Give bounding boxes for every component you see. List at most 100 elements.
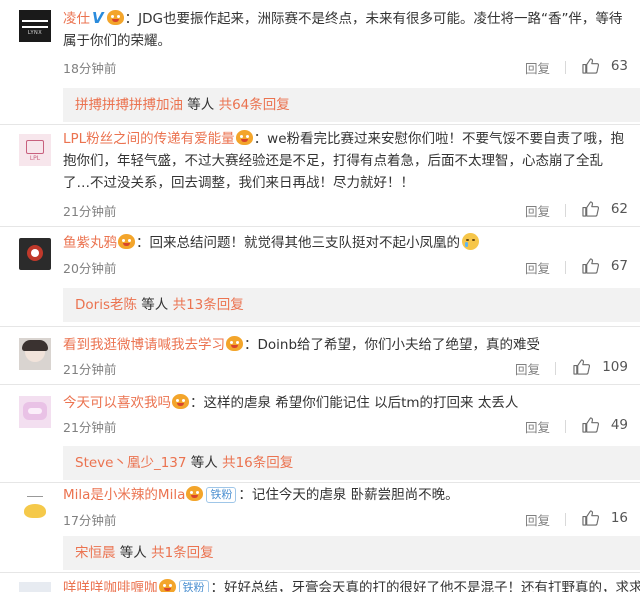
comment-item: 看到我逛微博请喊我去学习 ：Doinb给了希望，你们小夫给了绝望，真的难受 21分…	[0, 326, 640, 384]
username-link[interactable]: 今天可以喜欢我吗	[63, 395, 171, 411]
comment-meta: 21分钟前 回复 49	[63, 417, 628, 437]
comment-item: 鱼紫丸鸦 ：回来总结问题！就觉得其他三支队挺对不起小凤凰的 20分钟前 回复 67	[0, 226, 640, 288]
meta-divider	[555, 362, 556, 375]
comment-text-block: LPL粉丝之间的传递有爱能量 ：we粉看完比赛过来安慰你们啦！不要气馁不要自责了哦…	[63, 128, 628, 194]
subreply-summary[interactable]: 拼搏拼搏拼搏加油 等人 共64条回复	[63, 88, 640, 122]
meta-divider	[565, 204, 566, 217]
comment-item: LYNX 凌仕 V ：JDG也要振作起来，洲际赛不是终点，未来有很多可能。凌仕将一路…	[0, 0, 640, 84]
comment-item: 咩咩咩咖啡喱咖 铁粉 ：好好总结，牙膏会天真的打的很好了他不是混子！还有打野真的，求…	[0, 572, 640, 592]
thumbs-up-icon	[582, 201, 599, 217]
subreply-count-link[interactable]: 共64条回复	[219, 97, 290, 113]
subreply-names[interactable]: Doris老陈	[75, 297, 137, 313]
avatar[interactable]	[19, 338, 51, 370]
comment-time: 21分钟前	[63, 204, 117, 219]
vip-crown-face-icon	[186, 486, 204, 501]
reply-button[interactable]: 回复	[525, 258, 550, 277]
comment-text: ：这样的虐泉 希望你们能记住 以后tm的打回来 太丢人	[190, 395, 519, 411]
subreply-count-link[interactable]: 共1条回复	[151, 545, 214, 561]
comment-text-block: Mila是小米辣的Mila 铁粉 ：记住今天的虐泉 卧薪尝胆尚不晚。	[63, 484, 628, 506]
thumbs-up-icon	[582, 417, 599, 433]
subreply-count-link[interactable]: 共13条回复	[173, 297, 244, 313]
subreply-count-link[interactable]: 共16条回复	[222, 455, 293, 471]
vip-crown-face-icon	[118, 234, 135, 249]
comment-time: 20分钟前	[63, 261, 117, 276]
avatar[interactable]	[19, 492, 51, 524]
subreply-names[interactable]: 宋恒晨	[75, 545, 116, 561]
vip-crown-face-icon	[158, 579, 176, 592]
like-button[interactable]: 109	[562, 359, 628, 375]
reply-button[interactable]: 回复	[525, 510, 550, 529]
comment-text: ：好好总结，牙膏会天真的打的很好了他不是混子！还有打野真的，求求	[210, 580, 640, 592]
like-count: 67	[610, 258, 628, 274]
meta-divider	[565, 61, 566, 74]
subreply-mid: 等人	[186, 455, 223, 471]
avatar[interactable]	[19, 238, 51, 270]
reply-button[interactable]: 回复	[525, 201, 550, 220]
like-button[interactable]: 62	[572, 201, 628, 217]
comment-item: 今天可以喜欢我吗 ：这样的虐泉 希望你们能记住 以后tm的打回来 太丢人 21分钟…	[0, 384, 640, 446]
comment-meta: 21分钟前 回复 62	[63, 201, 628, 221]
username-link[interactable]: Mila是小米辣的Mila	[63, 487, 185, 503]
comment-meta: 18分钟前 回复 63	[63, 58, 628, 78]
vip-crown-face-icon	[172, 394, 189, 409]
like-count: 62	[610, 201, 628, 217]
comment-text: ：Doinb给了希望，你们小夫给了绝望，真的难受	[244, 337, 541, 353]
thumbs-up-icon	[582, 58, 599, 74]
subreply-summary[interactable]: Steve丶凰少_137 等人 共16条回复	[63, 446, 640, 480]
like-count: 16	[610, 510, 628, 526]
comment-text-block: 看到我逛微博请喊我去学习 ：Doinb给了希望，你们小夫给了绝望，真的难受	[63, 334, 628, 356]
comment-item: Mila是小米辣的Mila 铁粉 ：记住今天的虐泉 卧薪尝胆尚不晚。 17分钟前 回…	[0, 482, 640, 534]
subreply-names[interactable]: 拼搏拼搏拼搏加油	[75, 97, 183, 113]
comment-meta: 20分钟前 回复 67	[63, 258, 628, 278]
avatar[interactable]: LPL	[19, 134, 51, 166]
username-link[interactable]: LPL粉丝之间的传递有爱能量	[63, 131, 235, 147]
subreply-summary[interactable]: Doris老陈 等人 共13条回复	[63, 288, 640, 322]
username-link[interactable]: 咩咩咩咖啡喱咖	[63, 580, 158, 592]
avatar[interactable]: LYNX	[19, 10, 51, 42]
comment-text: ：回来总结问题！就觉得其他三支队挺对不起小凤凰的	[136, 235, 460, 251]
comment-time: 17分钟前	[63, 513, 117, 528]
reply-button[interactable]: 回复	[515, 359, 540, 378]
like-count: 49	[610, 417, 628, 433]
vip-crown-face-icon	[226, 336, 243, 351]
verified-v-icon: V	[92, 9, 104, 27]
vip-crown-face-icon	[235, 130, 253, 145]
thumbs-up-icon	[582, 258, 599, 274]
comment-text-block: 今天可以喜欢我吗 ：这样的虐泉 希望你们能记住 以后tm的打回来 太丢人	[63, 392, 628, 414]
username-link[interactable]: 看到我逛微博请喊我去学习	[63, 337, 225, 353]
comment-text: ：记住今天的虐泉 卧薪尝胆尚不晚。	[238, 487, 459, 503]
avatar[interactable]	[19, 582, 51, 592]
comment-time: 21分钟前	[63, 420, 117, 435]
username-link[interactable]: 鱼紫丸鸦	[63, 235, 117, 251]
subreply-names[interactable]: Steve丶凰少_137	[75, 455, 186, 471]
avatar[interactable]	[19, 396, 51, 428]
comment-item: LPL LPL粉丝之间的传递有爱能量 ：we粉看完比赛过来安慰你们啦！不要气馁不要…	[0, 124, 640, 224]
comment-text: ：JDG也要振作起来，洲际赛不是终点，未来有很多可能。凌仕将一路“香”伴，等待属…	[63, 11, 623, 49]
like-button[interactable]: 16	[572, 510, 628, 526]
like-count: 109	[602, 359, 628, 375]
comment-time: 21分钟前	[63, 362, 117, 377]
comment-text-block: 鱼紫丸鸦 ：回来总结问题！就觉得其他三支队挺对不起小凤凰的	[63, 232, 628, 254]
like-button[interactable]: 67	[572, 258, 628, 274]
meta-divider	[565, 513, 566, 526]
subreply-summary[interactable]: 宋恒晨 等人 共1条回复	[63, 536, 640, 570]
comment-time: 18分钟前	[63, 61, 117, 76]
thumbs-up-icon	[582, 510, 599, 526]
thumbs-up-icon	[573, 359, 591, 375]
username-link[interactable]: 凌仕	[63, 11, 90, 27]
reply-button[interactable]: 回复	[525, 417, 550, 436]
like-button[interactable]: 49	[572, 417, 628, 433]
avatar-logo-text: LPL	[29, 155, 41, 162]
like-button[interactable]: 63	[572, 58, 628, 74]
subreply-mid: 等人	[183, 97, 219, 113]
comment-text-block: 咩咩咩咖啡喱咖 铁粉 ：好好总结，牙膏会天真的打的很好了他不是混子！还有打野真的，求…	[63, 577, 640, 592]
meta-divider	[565, 261, 566, 274]
subreply-mid: 等人	[137, 297, 173, 313]
like-count: 63	[610, 58, 628, 74]
comment-meta: 17分钟前 回复 16	[63, 510, 628, 530]
vip-crown-face-icon	[106, 10, 124, 25]
comment-meta: 21分钟前 回复 109	[63, 359, 628, 379]
fan-badge: 铁粉	[178, 580, 209, 592]
reply-button[interactable]: 回复	[525, 58, 550, 77]
crying-face-emoji-icon	[462, 233, 479, 250]
